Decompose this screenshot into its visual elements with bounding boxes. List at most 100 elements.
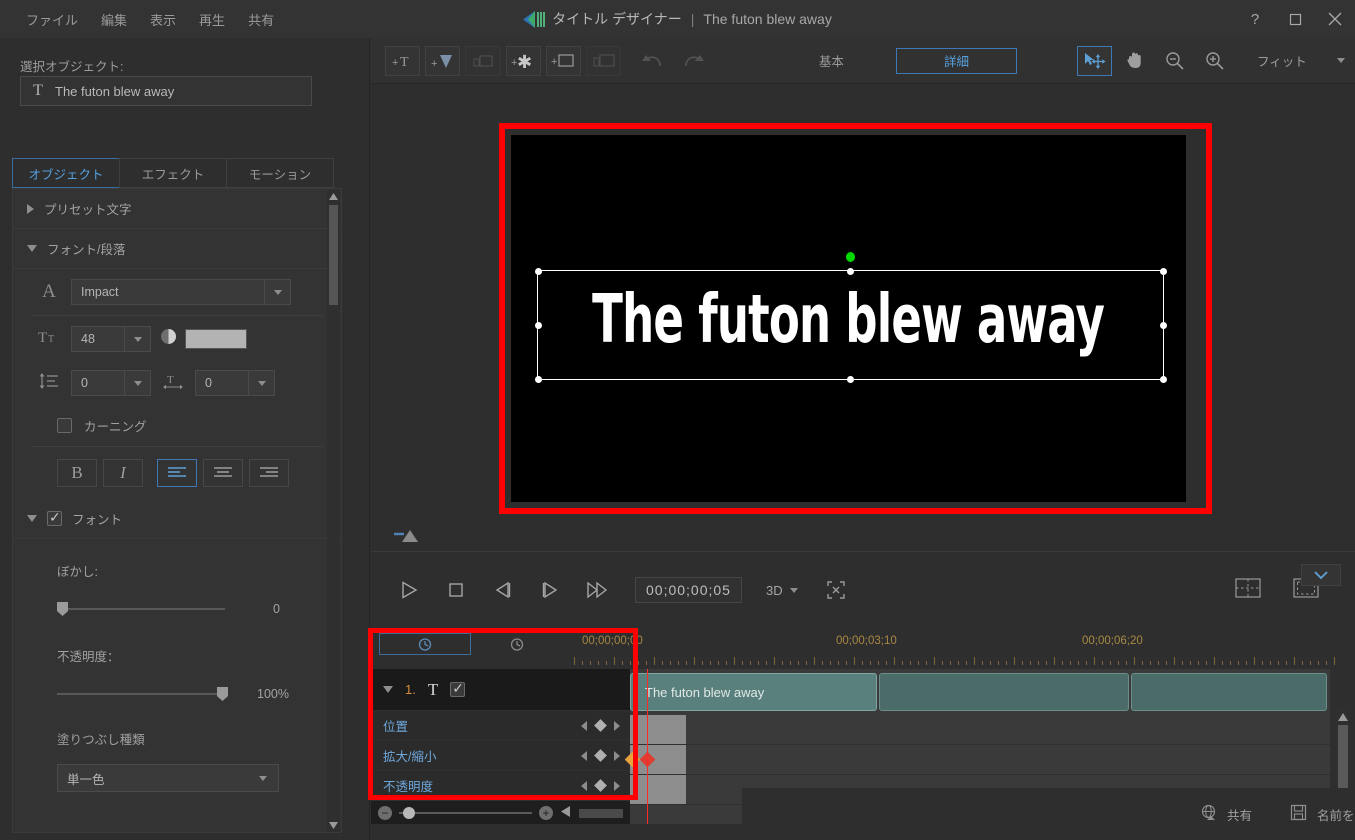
menu-item-view[interactable]: 表示 [140,5,186,34]
handle-bottom-left[interactable] [534,375,542,383]
keyframe-view-icon[interactable] [379,633,471,655]
bold-button[interactable]: B [57,459,97,487]
italic-button[interactable]: I [103,459,143,487]
keyframe-diamond-icon[interactable] [594,779,607,792]
mode-detail-button[interactable]: 詳細 [895,47,1018,74]
kerning-checkbox[interactable] [57,417,72,433]
chevron-down-icon[interactable] [383,686,393,693]
font-size-input[interactable]: 48 [71,326,151,352]
char-spacing-input[interactable]: 0 [195,370,275,396]
chevron-down-icon[interactable] [124,327,150,351]
timeline-clip-segment[interactable] [1131,673,1327,711]
track-visibility-checkbox[interactable] [450,680,466,697]
track-row-position[interactable] [630,715,1330,745]
align-left-icon[interactable] [157,459,197,487]
add-shape-button[interactable]: + [425,45,461,76]
handle-bottom-center[interactable] [847,375,854,383]
handle-middle-right[interactable] [1159,321,1167,329]
align-center-icon[interactable] [203,459,243,487]
track-header-row[interactable]: 1. T [371,669,630,711]
align-right-icon[interactable] [249,459,289,487]
font-color-swatch[interactable] [185,329,247,349]
chevron-down-icon[interactable] [248,775,278,781]
zoom-out-icon[interactable] [1158,46,1193,76]
menu-item-file[interactable]: ファイル [16,5,88,34]
help-icon[interactable]: ? [1235,0,1275,38]
fill-type-select[interactable]: 単一色 [57,764,279,792]
opacity-slider[interactable] [57,687,228,701]
timeline-zoom-out-icon[interactable]: − [378,806,392,820]
timeline-scrollbar-thumb[interactable] [1338,725,1348,791]
menu-item-edit[interactable]: 編集 [91,5,137,34]
next-keyframe-icon[interactable] [614,750,620,761]
text-selection-box[interactable] [534,252,1167,383]
blur-slider[interactable] [57,602,225,616]
prev-keyframe-icon[interactable] [581,720,587,731]
previous-frame-icon[interactable] [487,574,519,606]
section-preset-text[interactable]: プリセット文字 [13,189,341,229]
section-font-paragraph[interactable]: フォント/段落 [13,229,341,269]
tab-effect[interactable]: エフェクト [119,158,227,188]
font-family-select[interactable]: Impact [71,279,291,305]
timeline-zoom-slider[interactable] [399,807,532,819]
scroll-up-icon[interactable] [1338,708,1348,726]
selected-object-field[interactable]: T The futon blew away [20,76,312,106]
scroll-down-icon[interactable] [327,818,340,832]
add-particle-button[interactable]: + ✱ [505,45,541,76]
zoom-in-icon[interactable] [1198,46,1233,76]
timeline-clip[interactable]: The futon blew away [630,673,877,711]
timeline-clip-segment[interactable] [879,673,1129,711]
save-as-button[interactable]: 名前を付けて保存 [1271,799,1355,829]
chevron-down-icon[interactable] [124,371,150,395]
play-icon[interactable] [393,574,425,606]
property-row-opacity[interactable]: 不透明度 [371,771,630,801]
panel-scrollbar[interactable] [327,189,340,832]
handle-middle-left[interactable] [534,321,542,329]
stop-icon[interactable] [440,574,472,606]
move-tool-icon[interactable] [1077,45,1113,76]
property-row-scale[interactable]: 拡大/縮小 [371,741,630,771]
timeline-ruler[interactable]: 00;00;00;00 00;00;03;10 00;00;06;20 [574,631,1335,669]
timeline-nav-left-icon[interactable] [560,804,572,822]
handle-bottom-right[interactable] [1159,375,1167,383]
prev-keyframe-icon[interactable] [581,780,587,791]
panel-scrollbar-thumb[interactable] [329,205,338,305]
opacity-slider-knob[interactable] [217,687,228,701]
motion-view-icon[interactable] [471,633,563,655]
share-button[interactable]: 共有 [1181,799,1271,829]
timeline-playhead[interactable] [647,669,648,824]
tab-object[interactable]: オブジェクト [12,158,120,188]
handle-top-left[interactable] [534,267,542,275]
section-font-fill[interactable]: フォント [13,499,341,539]
next-frame-icon[interactable] [534,574,566,606]
keyframe-diamond-icon[interactable] [594,719,607,732]
tab-motion[interactable]: モーション [226,158,334,188]
timecode-field[interactable]: 00;00;00;05 [635,577,742,603]
handle-top-right[interactable] [1159,267,1167,275]
keyframe-diamond-icon[interactable] [594,749,607,762]
mode-basic-button[interactable]: 基本 [771,48,892,74]
scroll-up-icon[interactable] [327,189,340,203]
fast-forward-icon[interactable] [581,574,613,606]
chevron-down-icon[interactable] [264,280,290,304]
maximize-icon[interactable] [1275,0,1315,38]
zoom-level-select[interactable]: フィット [1247,47,1355,75]
collapse-panel-button[interactable] [1301,564,1341,586]
chevron-down-icon[interactable] [248,371,274,395]
text-opacity-icon[interactable] [151,328,185,350]
close-icon[interactable] [1315,0,1355,38]
handle-top-center[interactable] [847,267,854,275]
add-text-button[interactable]: + T [385,45,421,76]
next-keyframe-icon[interactable] [614,780,620,791]
hand-tool-icon[interactable] [1117,46,1152,76]
kerning-row[interactable]: カーニング [13,404,341,446]
font-fill-checkbox[interactable] [47,509,62,526]
next-keyframe-icon[interactable] [614,720,620,731]
fullscreen-icon[interactable] [820,574,852,606]
menu-item-play[interactable]: 再生 [189,5,235,34]
line-spacing-input[interactable]: 0 [71,370,151,396]
menu-item-share[interactable]: 共有 [238,5,284,34]
rotation-handle[interactable] [846,252,855,262]
safe-area-icon[interactable] [1235,578,1261,603]
blur-slider-knob[interactable] [57,602,68,616]
